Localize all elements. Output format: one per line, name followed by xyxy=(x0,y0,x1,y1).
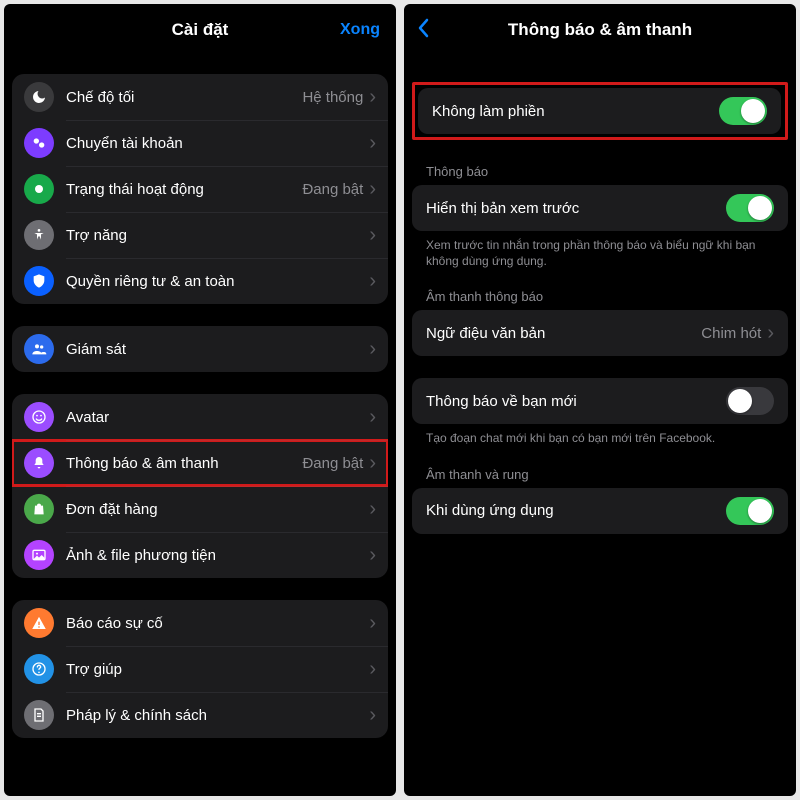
row-label: Trợ năng xyxy=(66,227,369,244)
row-label: Chuyển tài khoản xyxy=(66,135,369,152)
bell-icon xyxy=(24,448,54,478)
chevron-right-icon: › xyxy=(369,179,376,199)
notifications-screen: Thông báo & âm thanh Không làm phiền Thôn… xyxy=(404,4,796,796)
photo-icon xyxy=(24,540,54,570)
section-footer: Xem trước tin nhắn trong phần thông báo … xyxy=(412,231,788,289)
row-label: Giám sát xyxy=(66,341,369,358)
chevron-right-icon: › xyxy=(369,499,376,519)
section-header: Thông báo xyxy=(412,164,788,185)
people-icon xyxy=(24,334,54,364)
dnd-row[interactable]: Không làm phiền xyxy=(418,88,781,134)
toggle[interactable] xyxy=(726,387,774,415)
row-label: Trạng thái hoạt động xyxy=(66,181,302,198)
row-value: Chim hót xyxy=(701,325,761,342)
done-button[interactable]: Xong xyxy=(340,21,380,39)
settings-row[interactable]: Trạng thái hoạt độngĐang bật › xyxy=(12,166,388,212)
settings-row[interactable]: Khi dùng ứng dụng xyxy=(412,488,788,534)
chevron-right-icon: › xyxy=(369,87,376,107)
settings-row[interactable]: Hiển thị bản xem trước xyxy=(412,185,788,231)
section-footer: Tạo đoạn chat mới khi bạn có bạn mới trê… xyxy=(412,424,788,466)
dnd-highlight: Không làm phiền xyxy=(412,82,788,140)
chevron-right-icon: › xyxy=(369,339,376,359)
settings-row[interactable]: Trợ giúp› xyxy=(12,646,388,692)
row-label: Báo cáo sự cố xyxy=(66,615,369,632)
chevron-right-icon: › xyxy=(369,705,376,725)
row-label: Ngữ điệu văn bản xyxy=(426,325,701,342)
row-label: Avatar xyxy=(66,409,369,426)
doc-icon xyxy=(24,700,54,730)
row-label: Hiển thị bản xem trước xyxy=(426,200,726,217)
settings-row[interactable]: Avatar› xyxy=(12,394,388,440)
access-icon xyxy=(24,220,54,250)
chevron-right-icon: › xyxy=(369,133,376,153)
row-label: Quyền riêng tư & an toàn xyxy=(66,273,369,290)
row-label: Pháp lý & chính sách xyxy=(66,707,369,724)
settings-group: Báo cáo sự cố›Trợ giúp›Pháp lý & chính s… xyxy=(12,600,388,738)
settings-row[interactable]: Ảnh & file phương tiện› xyxy=(12,532,388,578)
help-icon xyxy=(24,654,54,684)
row-label: Thông báo & âm thanh xyxy=(66,455,302,472)
settings-row[interactable]: Báo cáo sự cố› xyxy=(12,600,388,646)
row-label: Khi dùng ứng dụng xyxy=(426,502,726,519)
section-header: Âm thanh và rung xyxy=(412,467,788,488)
settings-row[interactable]: Thông báo & âm thanhĐang bật › xyxy=(12,440,388,486)
moon-icon xyxy=(24,82,54,112)
row-value: Đang bật xyxy=(302,455,363,472)
chevron-right-icon: › xyxy=(369,545,376,565)
warn-icon xyxy=(24,608,54,638)
settings-row[interactable]: Thông báo về bạn mới xyxy=(412,378,788,424)
dot-icon xyxy=(24,174,54,204)
settings-group: Giám sát› xyxy=(12,326,388,372)
settings-row[interactable]: Đơn đặt hàng› xyxy=(12,486,388,532)
settings-group: Avatar›Thông báo & âm thanhĐang bật›Đơn … xyxy=(12,394,388,578)
chevron-right-icon: › xyxy=(767,323,774,343)
settings-group: Chế độ tốiHệ thống›Chuyển tài khoản›Trạn… xyxy=(12,74,388,304)
smiley-icon xyxy=(24,402,54,432)
row-label: Không làm phiền xyxy=(432,103,719,120)
settings-row[interactable]: Chuyển tài khoản› xyxy=(12,120,388,166)
chevron-right-icon: › xyxy=(369,453,376,473)
shield-icon xyxy=(24,266,54,296)
row-label: Chế độ tối xyxy=(66,89,302,106)
settings-row[interactable]: Giám sát› xyxy=(12,326,388,372)
toggle[interactable] xyxy=(726,497,774,525)
page-title: Cài đặt xyxy=(172,20,229,40)
settings-row[interactable]: Trợ năng› xyxy=(12,212,388,258)
settings-list: Chế độ tốiHệ thống›Chuyển tài khoản›Trạn… xyxy=(4,56,396,796)
row-value: Hệ thống xyxy=(302,89,363,106)
row-value: Đang bật xyxy=(302,181,363,198)
back-button[interactable] xyxy=(418,18,430,42)
header: Thông báo & âm thanh xyxy=(404,4,796,56)
row-label: Thông báo về bạn mới xyxy=(426,393,726,410)
settings-row[interactable]: Ngữ điệu văn bảnChim hót › xyxy=(412,310,788,356)
switch-icon xyxy=(24,128,54,158)
bag-icon xyxy=(24,494,54,524)
row-label: Trợ giúp xyxy=(66,661,369,678)
toggle[interactable] xyxy=(726,194,774,222)
settings-row[interactable]: Quyền riêng tư & an toàn› xyxy=(12,258,388,304)
page-title: Thông báo & âm thanh xyxy=(508,20,692,40)
settings-row[interactable]: Chế độ tốiHệ thống › xyxy=(12,74,388,120)
chevron-right-icon: › xyxy=(369,407,376,427)
chevron-right-icon: › xyxy=(369,271,376,291)
chevron-right-icon: › xyxy=(369,659,376,679)
dnd-toggle[interactable] xyxy=(719,97,767,125)
settings-screen: Cài đặt Xong Chế độ tốiHệ thống›Chuyển t… xyxy=(4,4,396,796)
chevron-right-icon: › xyxy=(369,613,376,633)
section-header: Âm thanh thông báo xyxy=(412,289,788,310)
notifications-list: Không làm phiền Thông báo Hiển thị bản xem… xyxy=(404,56,796,796)
chevron-right-icon: › xyxy=(369,225,376,245)
settings-row[interactable]: Pháp lý & chính sách› xyxy=(12,692,388,738)
header: Cài đặt Xong xyxy=(4,4,396,56)
row-label: Ảnh & file phương tiện xyxy=(66,547,369,564)
row-label: Đơn đặt hàng xyxy=(66,501,369,518)
